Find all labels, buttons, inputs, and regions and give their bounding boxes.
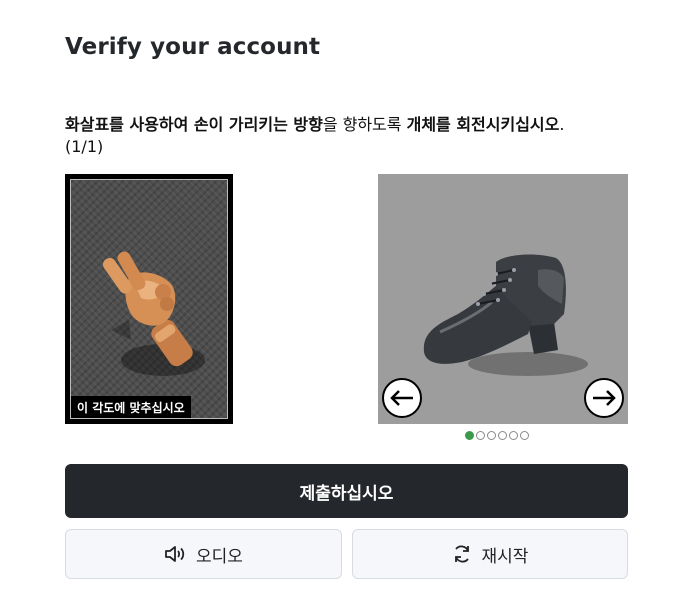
carousel-dot[interactable] — [509, 431, 518, 440]
instruction-text-4: . — [559, 115, 565, 134]
rotate-right-button[interactable] — [584, 378, 624, 418]
instruction-text: 화살표를 사용하여 손이 가리키는 방향을 향하도록 개체를 회전시키십시오. — [65, 112, 645, 137]
arrow-right-icon — [593, 390, 616, 406]
instruction-bold-2: 개체를 회전시키십시오 — [406, 115, 560, 134]
carousel-dot[interactable] — [487, 431, 496, 440]
pointing-hand-icon — [102, 251, 205, 376]
arrow-left-icon — [390, 390, 413, 406]
challenge-progress: (1/1) — [65, 137, 104, 156]
reload-button[interactable]: 재시작 — [352, 529, 628, 579]
carousel-dots — [465, 431, 529, 440]
speaker-icon — [165, 546, 185, 562]
carousel-dot[interactable] — [476, 431, 485, 440]
reference-caption: 이 각도에 맞추십시오 — [71, 396, 191, 418]
reference-image: 이 각도에 맞추십시오 — [65, 174, 233, 424]
audio-button[interactable]: 오디오 — [65, 529, 342, 579]
audio-button-label: 오디오 — [196, 546, 243, 567]
rotate-left-button[interactable] — [382, 378, 422, 418]
submit-button[interactable]: 제출하십시오 — [65, 464, 628, 518]
carousel-dot[interactable] — [520, 431, 529, 440]
page-title: Verify your account — [65, 34, 321, 60]
refresh-icon — [454, 545, 469, 563]
carousel-dot[interactable] — [498, 431, 507, 440]
carousel-dot[interactable] — [465, 431, 474, 440]
reload-button-label: 재시작 — [481, 546, 529, 567]
instruction-text-2: 을 향하도록 — [322, 115, 407, 134]
object-image — [378, 174, 628, 424]
reference-image-inner: 이 각도에 맞추십시오 — [70, 179, 228, 419]
instruction-bold-1: 화살표를 사용하여 손이 가리키는 방향 — [65, 115, 323, 134]
